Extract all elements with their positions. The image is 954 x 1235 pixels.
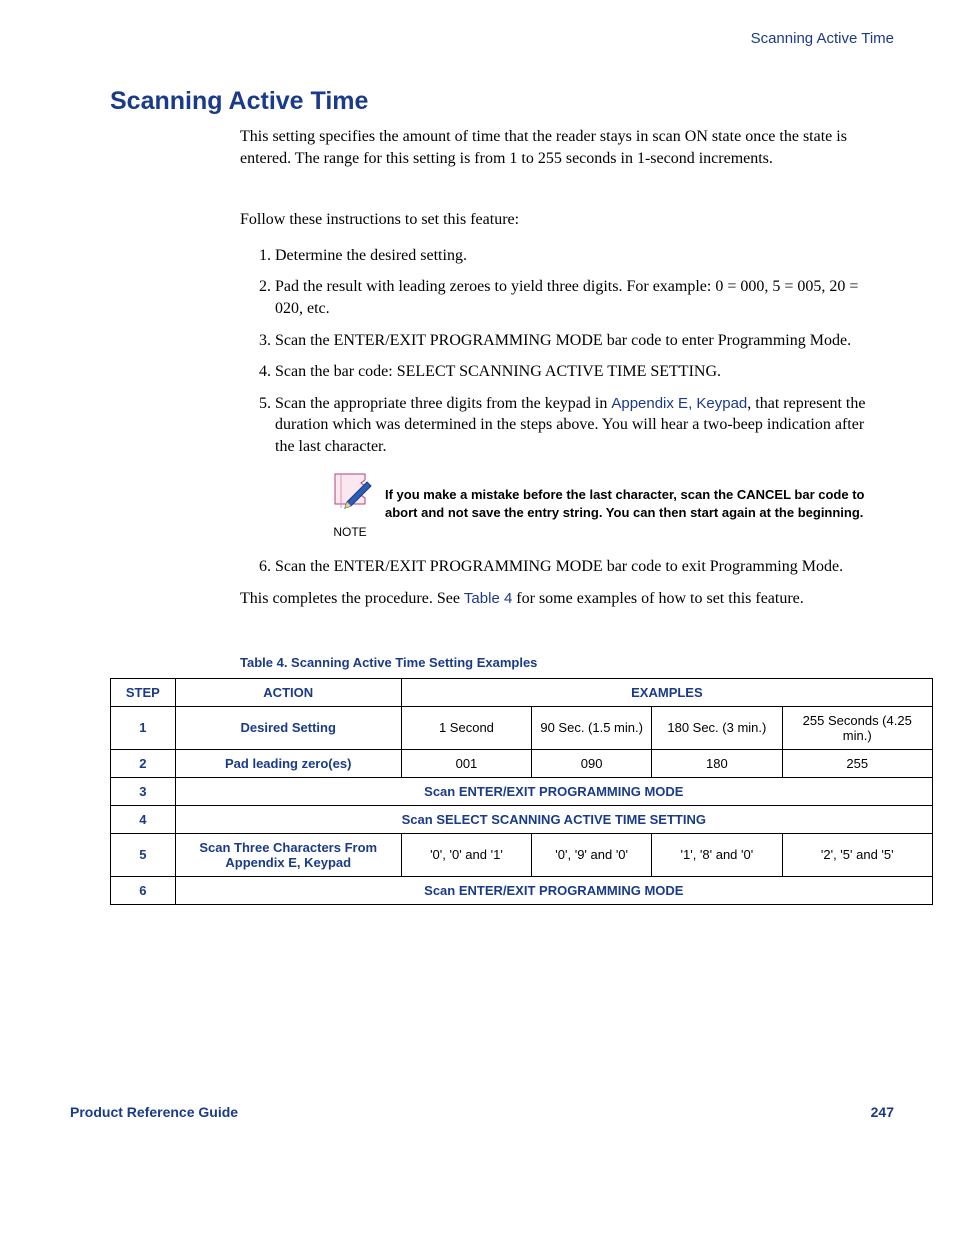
note-block: NOTE If you make a mistake before the la… bbox=[315, 468, 884, 541]
body-content: This setting specifies the amount of tim… bbox=[240, 126, 884, 610]
cell-step: 1 bbox=[111, 706, 176, 749]
cell-action: Desired Setting bbox=[175, 706, 401, 749]
table-row: 6 Scan ENTER/EXIT PROGRAMMING MODE bbox=[111, 876, 933, 904]
step-2: Pad the result with leading zeroes to yi… bbox=[275, 276, 884, 319]
follow-paragraph: Follow these instructions to set this fe… bbox=[240, 209, 884, 231]
r5-action-a: Scan Three Characters From bbox=[199, 840, 377, 855]
table-row: 1 Desired Setting 1 Second 90 Sec. (1.5 … bbox=[111, 706, 933, 749]
cell-span: Scan ENTER/EXIT PROGRAMMING MODE bbox=[175, 777, 932, 805]
step-5: Scan the appropriate three digits from t… bbox=[275, 393, 884, 541]
cell: 180 bbox=[652, 749, 782, 777]
intro-paragraph: This setting specifies the amount of tim… bbox=[240, 126, 884, 169]
cell-span: Scan ENTER/EXIT PROGRAMMING MODE bbox=[175, 876, 932, 904]
table-row: 4 Scan SELECT SCANNING ACTIVE TIME SETTI… bbox=[111, 805, 933, 833]
cell: '1', '8' and '0' bbox=[652, 833, 782, 876]
note-text: If you make a mistake before the last ch… bbox=[385, 468, 884, 541]
cell-step: 3 bbox=[111, 777, 176, 805]
cell: 001 bbox=[401, 749, 531, 777]
cell-step: 2 bbox=[111, 749, 176, 777]
cell-span: Scan SELECT SCANNING ACTIVE TIME SETTING bbox=[175, 805, 932, 833]
outro-a: This completes the procedure. See bbox=[240, 590, 464, 607]
step-6: Scan the ENTER/EXIT PROGRAMMING MODE bar… bbox=[275, 556, 884, 578]
cell: '0', '9' and '0' bbox=[532, 833, 652, 876]
step-1: Determine the desired setting. bbox=[275, 245, 884, 267]
cell: 1 Second bbox=[401, 706, 531, 749]
cell-step: 4 bbox=[111, 805, 176, 833]
table-link[interactable]: Table 4 bbox=[464, 590, 512, 607]
col-action: ACTION bbox=[175, 678, 401, 706]
table-row: 3 Scan ENTER/EXIT PROGRAMMING MODE bbox=[111, 777, 933, 805]
instruction-list: Determine the desired setting. Pad the r… bbox=[240, 245, 884, 578]
cell: '2', '5' and '5' bbox=[782, 833, 933, 876]
page: Scanning Active Time Scanning Active Tim… bbox=[0, 0, 954, 1200]
table-row: 2 Pad leading zero(es) 001 090 180 255 bbox=[111, 749, 933, 777]
cell: 180 Sec. (3 min.) bbox=[652, 706, 782, 749]
table-head-row: STEP ACTION EXAMPLES bbox=[111, 678, 933, 706]
cell-action: Scan Three Characters From Appendix E, K… bbox=[175, 833, 401, 876]
cell-step: 5 bbox=[111, 833, 176, 876]
cell-step: 6 bbox=[111, 876, 176, 904]
page-title: Scanning Active Time bbox=[110, 87, 894, 116]
table-row: 5 Scan Three Characters From Appendix E,… bbox=[111, 833, 933, 876]
footer-left: Product Reference Guide bbox=[70, 1104, 238, 1120]
cell: '0', '0' and '1' bbox=[401, 833, 531, 876]
cell: 255 Seconds (4.25 min.) bbox=[782, 706, 933, 749]
cell: 090 bbox=[532, 749, 652, 777]
page-number: 247 bbox=[871, 1104, 894, 1120]
appendix-link-table[interactable]: Appendix E, Keypad bbox=[225, 855, 351, 870]
outro-paragraph: This completes the procedure. See Table … bbox=[240, 588, 884, 610]
examples-table: STEP ACTION EXAMPLES 1 Desired Setting 1… bbox=[110, 678, 933, 905]
cell: 90 Sec. (1.5 min.) bbox=[532, 706, 652, 749]
col-step: STEP bbox=[111, 678, 176, 706]
cell-action: Pad leading zero(es) bbox=[175, 749, 401, 777]
outro-b: for some examples of how to set this fea… bbox=[512, 590, 803, 607]
appendix-link[interactable]: Appendix E, Keypad bbox=[611, 395, 747, 412]
note-label: NOTE bbox=[315, 524, 385, 540]
note-icon bbox=[327, 468, 373, 514]
step-5-text-a: Scan the appropriate three digits from t… bbox=[275, 395, 611, 412]
cell: 255 bbox=[782, 749, 933, 777]
step-4: Scan the bar code: SELECT SCANNING ACTIV… bbox=[275, 361, 884, 383]
page-footer: Product Reference Guide 247 bbox=[70, 1104, 894, 1120]
table-caption: Table 4. Scanning Active Time Setting Ex… bbox=[240, 655, 894, 670]
running-header: Scanning Active Time bbox=[70, 30, 894, 47]
step-3: Scan the ENTER/EXIT PROGRAMMING MODE bar… bbox=[275, 330, 884, 352]
col-examples: EXAMPLES bbox=[401, 678, 932, 706]
